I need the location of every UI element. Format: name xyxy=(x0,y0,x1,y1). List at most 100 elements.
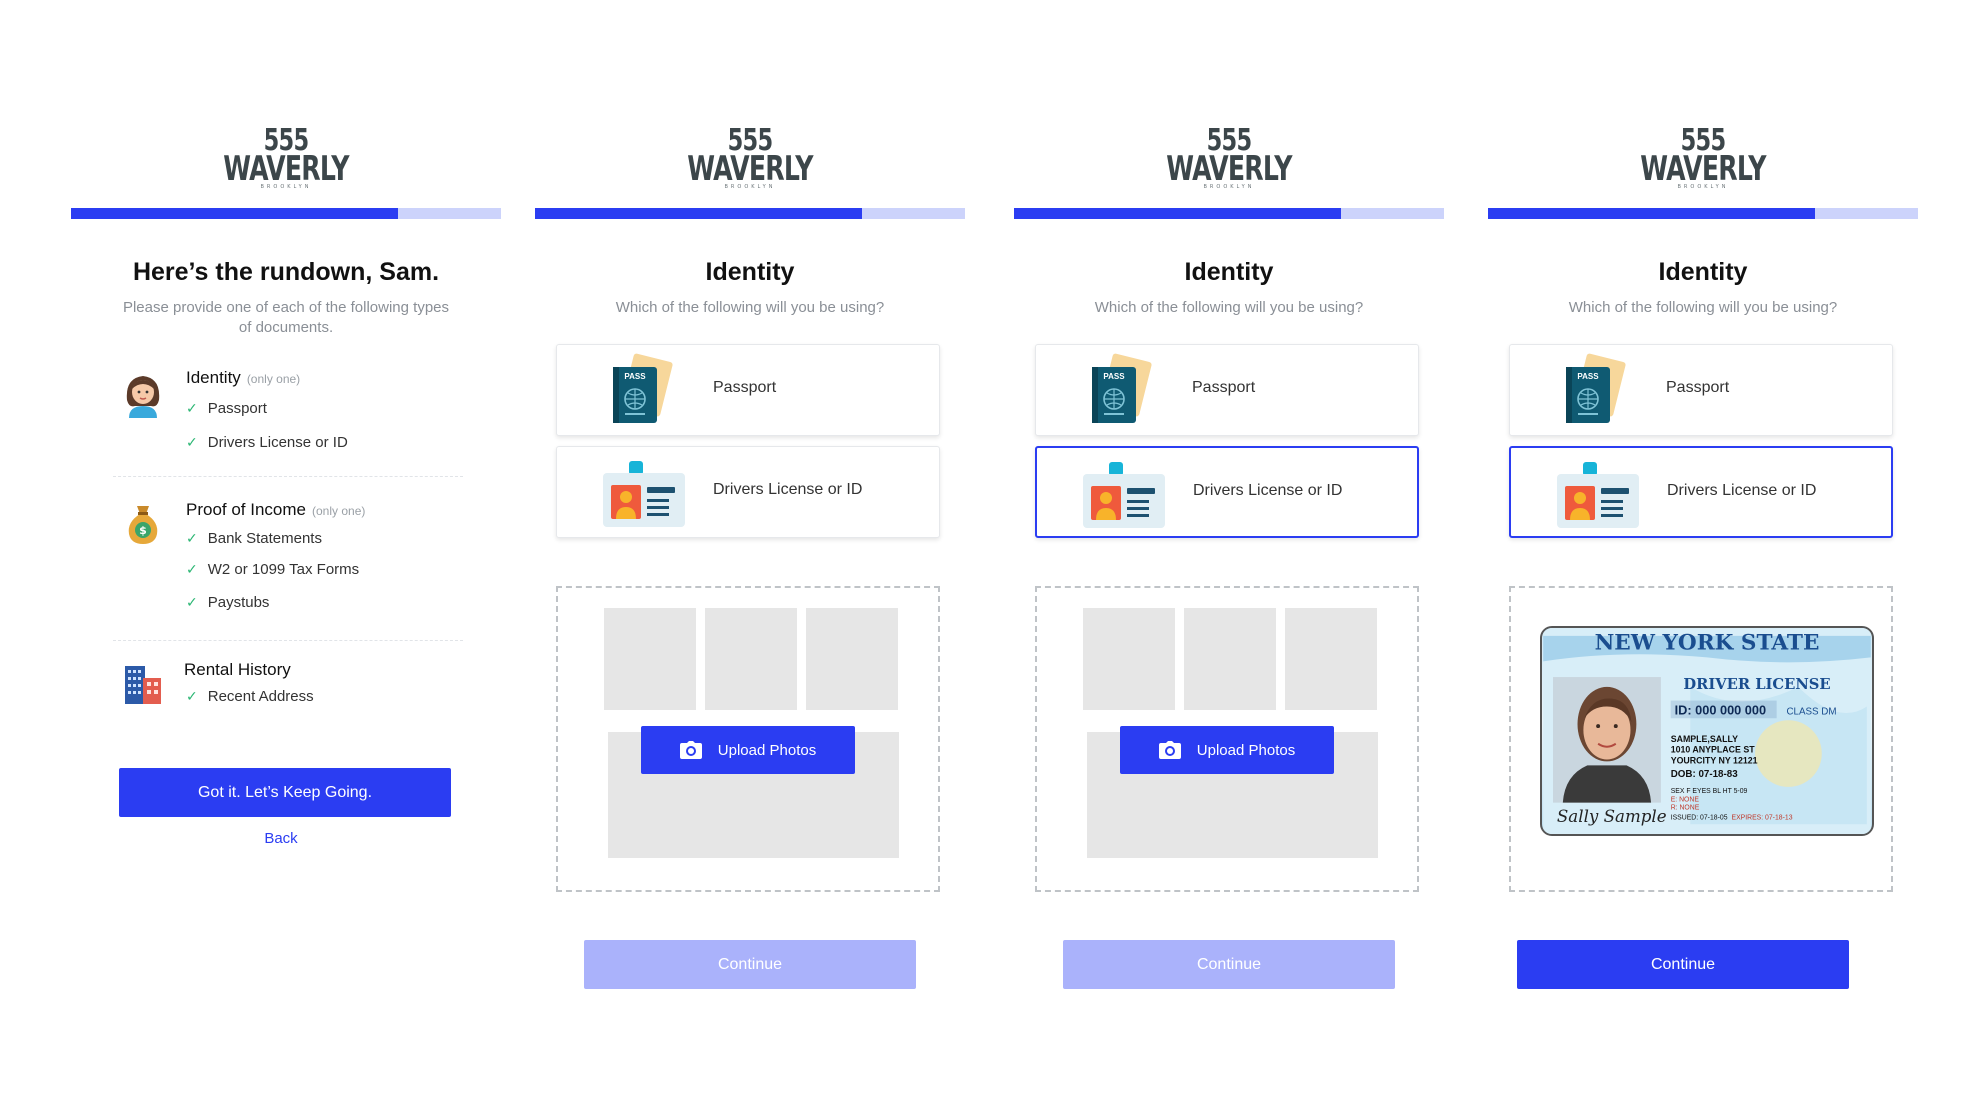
photo-placeholder xyxy=(1184,608,1276,710)
brand-logo: 555 WAVERLY BROOKLYN xyxy=(1014,126,1444,191)
license-option[interactable]: Drivers License or ID xyxy=(1035,446,1419,538)
progress-fill xyxy=(1014,208,1341,219)
upload-photos-label: Upload Photos xyxy=(1196,741,1296,759)
passport-icon-text: PASS xyxy=(1103,372,1125,381)
logo-word: WAVERLY xyxy=(223,149,349,189)
check-icon: ✓ xyxy=(186,561,198,577)
photo-placeholder xyxy=(604,608,696,710)
page-title: Identity xyxy=(1658,258,1748,286)
license-label: Drivers License or ID xyxy=(1667,482,1817,499)
upload-photos-button[interactable]: Upload Photos xyxy=(641,726,855,774)
brand-logo: 555 WAVERLY BROOKLYN xyxy=(535,126,965,191)
passport-icon-text: PASS xyxy=(1577,372,1599,381)
logo-word: WAVERLY xyxy=(687,149,813,189)
passport-label: Passport xyxy=(1666,379,1730,396)
license-expires: EXPIRES: 07-18-13 xyxy=(1732,814,1793,821)
license-e: E: NONE xyxy=(1671,797,1700,804)
camera-icon xyxy=(679,741,702,759)
continue-button[interactable]: Continue xyxy=(584,940,916,989)
check-icon: ✓ xyxy=(186,434,198,450)
photo-placeholder xyxy=(1285,608,1377,710)
license-option[interactable]: Drivers License or ID xyxy=(556,446,940,538)
photo-placeholder xyxy=(705,608,797,710)
license-label: Drivers License or ID xyxy=(713,481,863,498)
continue-button[interactable]: Continue xyxy=(1063,940,1395,989)
money-bag-icon: $ xyxy=(128,506,158,544)
check-icon: ✓ xyxy=(186,594,198,610)
progress-bar xyxy=(71,208,501,219)
divider xyxy=(113,476,463,477)
license-address1: 1010 ANYPLACE ST xyxy=(1671,745,1756,755)
building-icon xyxy=(125,666,161,704)
license-class: CLASS DM xyxy=(1786,706,1836,717)
upload-photos-label: Upload Photos xyxy=(717,741,817,759)
passport-icon: PASS xyxy=(1566,353,1626,423)
page-subtitle: Which of the following will you be using… xyxy=(1568,299,1838,316)
page-title: Identity xyxy=(1184,258,1274,286)
list-item-label: Bank Statements xyxy=(207,530,322,547)
list-item-label: Recent Address xyxy=(207,688,314,705)
page-title: Identity xyxy=(705,258,795,286)
identity-heading-label: Identity xyxy=(186,368,241,387)
license-details: SEX F EYES BL HT 5-09 xyxy=(1671,788,1748,795)
list-item-label: W2 or 1099 Tax Forms xyxy=(207,561,360,578)
check-icon: ✓ xyxy=(186,400,198,416)
identity-note: (only one) xyxy=(246,372,301,386)
id-card-icon xyxy=(1557,462,1639,528)
passport-label: Passport xyxy=(713,379,777,396)
svg-text:$: $ xyxy=(139,524,147,537)
list-item: ✓ Recent Address xyxy=(186,688,314,705)
keep-going-button[interactable]: Got it. Let’s Keep Going. xyxy=(119,768,451,817)
license-state: NEW YORK STATE xyxy=(1595,631,1820,656)
logo-word: WAVERLY xyxy=(1166,149,1292,189)
back-link[interactable]: Back xyxy=(71,830,491,847)
progress-bar xyxy=(1014,208,1444,219)
brand-logo: 555 WAVERLY BROOKLYN xyxy=(1488,126,1918,191)
id-card-icon xyxy=(603,461,685,527)
progress-bar xyxy=(535,208,965,219)
woman-avatar-icon xyxy=(126,376,160,418)
license-name: SAMPLE,SALLY xyxy=(1671,734,1738,744)
passport-label: Passport xyxy=(1192,379,1256,396)
list-item: ✓ Drivers License or ID xyxy=(186,434,348,451)
upload-dropzone[interactable]: NEW YORK STATE DRIVER LICENSE ID: 000 00… xyxy=(1509,586,1893,892)
passport-option[interactable]: PASS Passport xyxy=(1035,344,1419,436)
brand-logo: 555 WAVERLY BROOKLYN xyxy=(71,126,501,191)
camera-icon xyxy=(1158,741,1181,759)
photo-placeholder xyxy=(1083,608,1175,710)
divider xyxy=(113,640,463,641)
progress-bar xyxy=(1488,208,1918,219)
identity-heading: Identity (only one) xyxy=(186,368,300,388)
continue-button[interactable]: Continue xyxy=(1517,940,1849,989)
uploaded-license-image: NEW YORK STATE DRIVER LICENSE ID: 000 00… xyxy=(1540,626,1874,836)
rental-heading: Rental History xyxy=(184,660,291,679)
page-title: Here’s the rundown, Sam. xyxy=(132,258,440,286)
passport-icon-text: PASS xyxy=(624,372,646,381)
progress-fill xyxy=(535,208,862,219)
income-note: (only one) xyxy=(312,504,366,518)
passport-option[interactable]: PASS Passport xyxy=(1509,344,1893,436)
page-subtitle: Which of the following will you be using… xyxy=(1094,299,1364,316)
passport-option[interactable]: PASS Passport xyxy=(556,344,940,436)
logo-word: WAVERLY xyxy=(1640,149,1766,189)
upload-photos-button[interactable]: Upload Photos xyxy=(1120,726,1334,774)
passport-icon: PASS xyxy=(613,353,673,423)
income-heading-label: Proof of Income xyxy=(186,500,307,519)
list-item: ✓ Bank Statements xyxy=(186,530,322,547)
identity-screen-selected: 555 WAVERLY BROOKLYN Identity Which of t… xyxy=(1014,0,1444,1102)
identity-screen-uploaded: 555 WAVERLY BROOKLYN Identity Which of t… xyxy=(1488,0,1918,1102)
upload-dropzone[interactable]: Upload Photos xyxy=(556,586,940,892)
progress-fill xyxy=(71,208,398,219)
list-item-label: Drivers License or ID xyxy=(207,434,348,451)
license-type: DRIVER LICENSE xyxy=(1683,676,1830,693)
license-option[interactable]: Drivers License or ID xyxy=(1509,446,1893,538)
check-icon: ✓ xyxy=(186,530,198,546)
upload-dropzone[interactable]: Upload Photos xyxy=(1035,586,1419,892)
license-issued: ISSUED: 07-18-05 xyxy=(1671,814,1728,821)
license-id: ID: 000 000 000 xyxy=(1675,702,1766,717)
income-heading: Proof of Income (only one) xyxy=(186,500,365,520)
check-icon: ✓ xyxy=(186,688,198,704)
id-card-icon xyxy=(1083,462,1165,528)
photo-placeholder xyxy=(806,608,898,710)
license-signature: Sally Sample xyxy=(1557,807,1667,826)
